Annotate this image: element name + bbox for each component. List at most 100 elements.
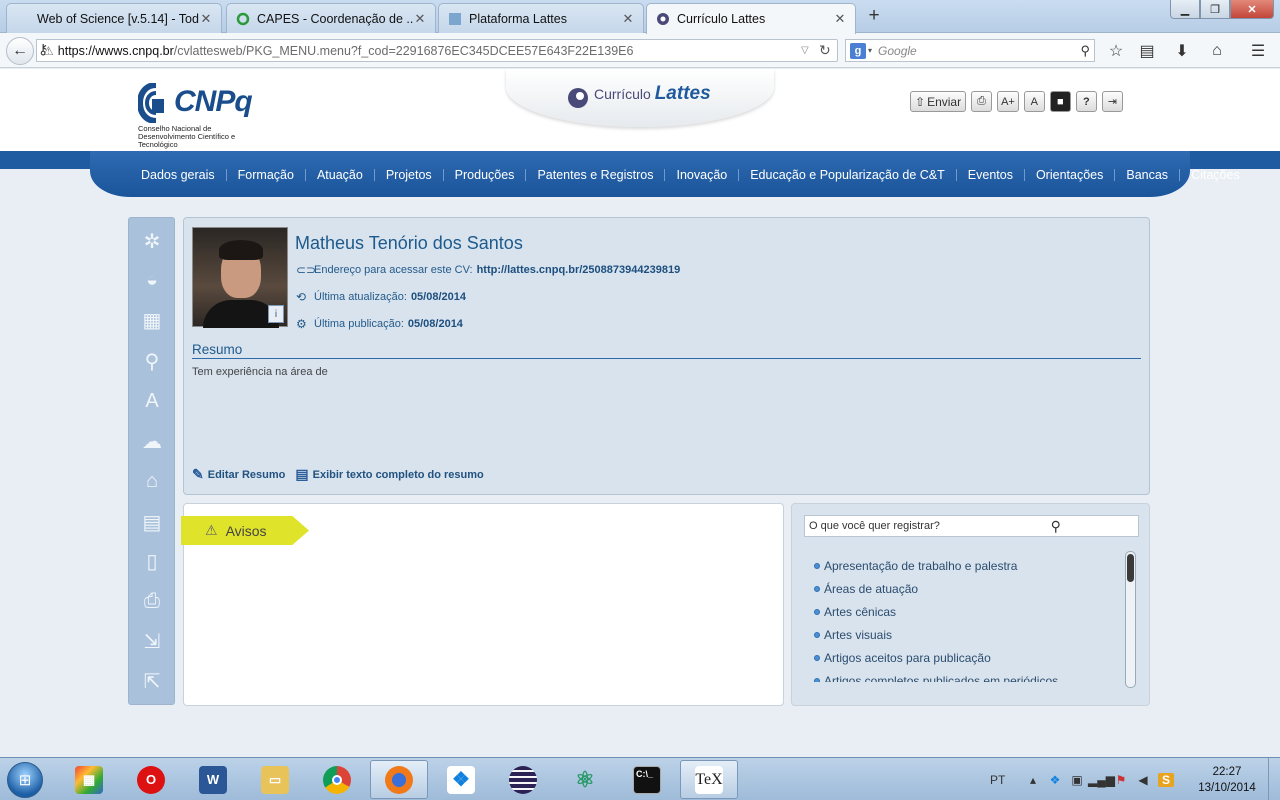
import-icon[interactable]: ⇱ (137, 666, 167, 696)
menu-item[interactable]: Orientações (1023, 169, 1114, 181)
hamburger-menu-icon[interactable]: ☰ (1248, 41, 1268, 61)
register-list-item[interactable]: Apresentação de trabalho e palestra (814, 554, 1124, 577)
taskbar-app-grid[interactable]: ▦ (60, 760, 118, 799)
register-list-item[interactable]: Artes cênicas (814, 600, 1124, 623)
font-normal-label: A (1030, 95, 1039, 108)
taskbar-app-firefox[interactable] (370, 760, 428, 799)
start-button[interactable]: ⊞ (3, 758, 47, 800)
taskbar-app-dropbox[interactable]: ❖ (432, 760, 490, 799)
download-icon[interactable]: ⬇ (1172, 41, 1192, 61)
taskbar-app-word[interactable]: W (184, 760, 242, 799)
reload-icon[interactable]: ↻ (819, 42, 837, 59)
document-link-icon[interactable]: ▤ (137, 507, 167, 537)
menu-item[interactable]: Patentes e Registros (525, 169, 664, 181)
chevron-down-icon[interactable]: ▾ (868, 46, 872, 55)
menu-item[interactable]: Eventos (955, 169, 1024, 181)
system-clock[interactable]: 22:27 13/10/2014 (1188, 764, 1266, 796)
show-desktop-button[interactable] (1268, 758, 1280, 800)
search-icon[interactable]: ⚲ (1080, 43, 1090, 59)
minimize-button[interactable]: ▁ (1170, 0, 1200, 19)
search-icon[interactable]: ⚲ (974, 518, 1139, 535)
register-list-item[interactable]: Artigos aceitos para publicação (814, 646, 1124, 669)
menu-item[interactable]: Formação (225, 169, 305, 181)
close-icon[interactable]: ✕ (621, 11, 635, 27)
register-list-item[interactable]: Áreas de atuação (814, 577, 1124, 600)
id-card-icon[interactable]: ▦ (137, 305, 167, 335)
show-full-resumo-button[interactable]: ▤ Exibir texto completo do resumo (295, 466, 483, 483)
volume-icon[interactable]: ◀ (1132, 773, 1154, 787)
export-icon[interactable]: ⇲ (137, 626, 167, 656)
contrast-button[interactable]: ■ (1049, 91, 1071, 112)
taskbar-app-atom[interactable]: ⚛ (556, 760, 614, 799)
cnpq-logo[interactable]: CNPq Conselho Nacional de Desenvolviment… (138, 81, 268, 149)
show-hidden-icons-icon[interactable]: ▴ (1022, 773, 1044, 787)
close-window-button[interactable]: ✕ (1230, 0, 1274, 19)
register-scrollbar[interactable] (1125, 551, 1136, 688)
menu-item[interactable]: Bancas (1114, 169, 1179, 181)
close-icon[interactable]: ✕ (413, 11, 427, 27)
institution-icon[interactable]: ⌂ (137, 466, 167, 496)
new-tab-button[interactable]: + (864, 6, 884, 26)
home-icon[interactable]: ⌂ (1207, 41, 1227, 61)
search-input[interactable]: Google (878, 44, 1080, 58)
edit-resumo-button[interactable]: ✎ Editar Resumo (192, 466, 285, 483)
device-icon[interactable]: ▣ (1066, 773, 1088, 787)
help-button[interactable]: ? (1075, 91, 1097, 112)
menu-item[interactable]: Produções (442, 169, 526, 181)
register-search-input[interactable]: O que você quer registrar? ⚲ (804, 515, 1139, 537)
bookmark-star-icon[interactable]: ☆ (1106, 41, 1126, 61)
avisos-label: Avisos (225, 522, 267, 539)
menu-item[interactable]: Educação e Popularização de C&T (738, 169, 956, 181)
key-icon[interactable]: ⚷ (38, 41, 48, 58)
search-people-icon[interactable]: ⚲ (137, 346, 167, 376)
url-text[interactable]: https://wwws.cnpq.br/cvlattesweb/PKG_MEN… (58, 44, 801, 58)
menu-item[interactable]: Inovação (664, 169, 738, 181)
register-list-item[interactable]: Artes visuais (814, 623, 1124, 646)
url-bar[interactable]: ⚠ https://wwws.cnpq.br/cvlattesweb/PKG_M… (36, 39, 838, 62)
menu-item[interactable]: Citações (1179, 169, 1251, 181)
taskbar-app-eclipse[interactable] (494, 760, 552, 799)
sync-icon[interactable]: S (1158, 772, 1174, 787)
network-icon[interactable]: ✲ (137, 226, 167, 256)
tab-plataforma-lattes[interactable]: Plataforma Lattes ✕ (438, 3, 644, 33)
close-icon[interactable]: ✕ (199, 11, 213, 27)
menu-item[interactable]: Projetos (373, 169, 443, 181)
google-icon[interactable]: g (850, 42, 866, 59)
user-info-icon[interactable]: i (268, 305, 284, 323)
taskbar-app-opera[interactable]: O (122, 760, 180, 799)
dropbox-tray-icon[interactable]: ❖ (1044, 773, 1066, 787)
back-button[interactable]: ← (6, 37, 34, 65)
restore-button[interactable]: ❐ (1200, 0, 1230, 19)
text-search-icon[interactable]: A (137, 386, 167, 416)
print-button[interactable]: ⎙ (971, 91, 993, 112)
taskbar-app-chrome[interactable] (308, 760, 366, 799)
network-signal-icon[interactable]: ▂▄▆ (1088, 773, 1115, 787)
dish-icon[interactable]: ◒ (137, 265, 167, 295)
scrollbar-thumb[interactable] (1127, 554, 1134, 582)
tab-web-of-science[interactable]: Web of Science [v.5.14] - Todas... ✕ (6, 3, 222, 33)
document-icon[interactable]: ▯ (137, 546, 167, 576)
taskbar-app-tex[interactable]: TeX (680, 760, 738, 799)
menu-item[interactable]: Atuação (304, 169, 374, 181)
tab-capes[interactable]: CAPES - Coordenação de ... ✕ (226, 3, 436, 33)
printer-icon[interactable]: ⎙ (137, 586, 167, 616)
tab-curriculo-lattes[interactable]: Currículo Lattes ✕ (646, 3, 856, 34)
taskbar-app-cmd[interactable]: C:\_ (618, 760, 676, 799)
menu-item[interactable]: Dados gerais (130, 169, 226, 182)
avisos-tab[interactable]: ⚠ Avisos (181, 516, 309, 545)
search-bar[interactable]: g ▾ Google ⚲ (845, 39, 1095, 62)
register-list-item[interactable]: Artigos completos publicados em periódic… (814, 669, 1124, 682)
brain-icon[interactable]: ☁ (137, 426, 167, 456)
close-icon[interactable]: ✕ (833, 11, 847, 27)
cv-url-link[interactable]: http://lattes.cnpq.br/2508873944239819 (477, 264, 681, 276)
dropdown-arrow-icon[interactable]: ▽ (801, 45, 819, 56)
taskbar-app-explorer[interactable]: ▭ (246, 760, 304, 799)
reading-list-icon[interactable]: ▤ (1137, 41, 1157, 61)
tab-label: CAPES - Coordenação de ... (257, 11, 413, 26)
language-indicator[interactable]: PT (990, 773, 1022, 787)
flag-icon[interactable]: ⚑ (1110, 773, 1132, 787)
font-normal-button[interactable]: A (1023, 91, 1045, 112)
send-button[interactable]: ⇧ Enviar (910, 91, 967, 112)
logout-button[interactable]: ⇥ (1101, 91, 1123, 112)
font-increase-button[interactable]: A+ (997, 91, 1019, 112)
